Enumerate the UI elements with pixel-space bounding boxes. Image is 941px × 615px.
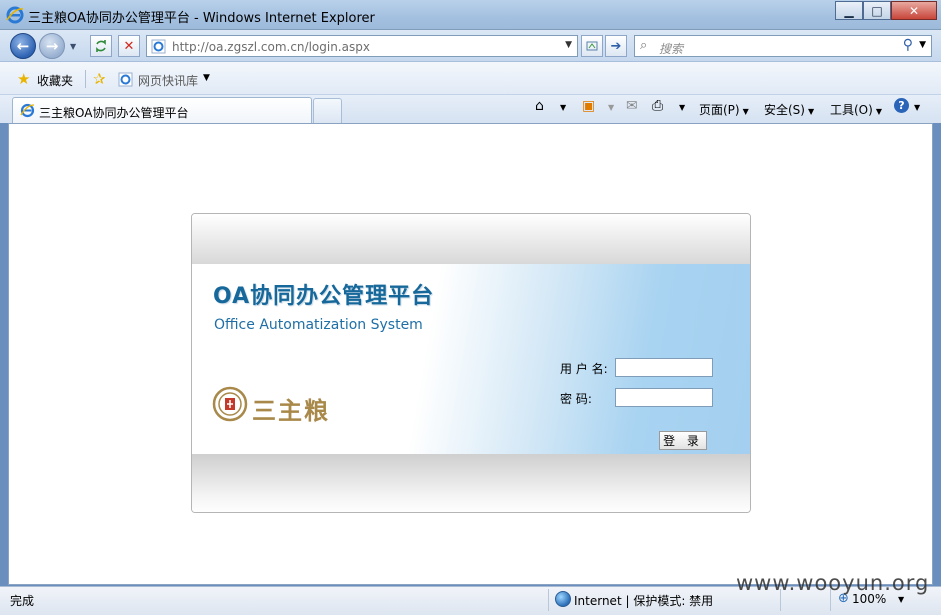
safety-menu[interactable]: 安全(S) ▼ [764, 101, 814, 118]
search-placeholder: 搜索 [659, 42, 684, 56]
zoom-dropdown-icon[interactable]: ▼ [898, 595, 904, 604]
go-arrow-icon[interactable]: ➔ [605, 35, 627, 57]
compatibility-icon[interactable] [581, 35, 603, 57]
search-go-icon[interactable]: ⚲ [903, 37, 913, 53]
help-icon[interactable]: ? [894, 98, 909, 113]
username-input[interactable] [615, 358, 713, 377]
security-zone[interactable]: Internet | 保护模式: 禁用 [574, 592, 713, 609]
favorites-bar: ★ 收藏夹 ✰ 网页快讯库 ▼ [0, 62, 941, 95]
username-label: 用 户 名: [560, 362, 608, 376]
new-tab-button[interactable] [313, 98, 342, 123]
home-dropdown-icon[interactable]: ▼ [560, 103, 566, 112]
home-icon[interactable]: ⌂ [535, 98, 544, 114]
web-slice-dropdown-icon[interactable]: ▼ [203, 73, 210, 83]
search-box[interactable]: ⌕ 搜索 ⚲ ▼ [634, 35, 932, 57]
search-dropdown-icon[interactable]: ▼ [919, 40, 926, 50]
ie-page-icon [20, 103, 35, 118]
page-viewport: OA协同办公管理平台 Office Automatization System … [8, 123, 933, 585]
tab-active[interactable]: 三主粮OA协同办公管理平台 [12, 97, 312, 123]
system-title: OA协同办公管理平台 [213, 284, 435, 309]
close-button[interactable]: ✕ [891, 1, 937, 20]
password-label: 密 码: [560, 392, 592, 406]
page-menu[interactable]: 页面(P) ▼ [699, 101, 749, 118]
stop-icon[interactable]: ✕ [118, 35, 140, 57]
tab-label: 三主粮OA协同办公管理平台 [39, 106, 189, 120]
window-title: 三主粮OA协同办公管理平台 - Windows Internet Explore… [28, 11, 375, 26]
minimize-button[interactable]: ▁ [835, 1, 863, 20]
internet-zone-icon [555, 591, 571, 607]
login-button[interactable]: 登 录 [659, 431, 707, 450]
maximize-button[interactable]: □ [863, 1, 891, 20]
web-slice-gallery-link[interactable]: 网页快讯库 [138, 72, 198, 89]
mail-icon[interactable]: ✉ [626, 98, 638, 114]
title-bar: 三主粮OA协同办公管理平台 - Windows Internet Explore… [0, 0, 941, 30]
forward-button[interactable]: → [39, 33, 65, 59]
history-dropdown-icon[interactable]: ▼ [70, 42, 76, 51]
system-subtitle: Office Automatization System [214, 317, 423, 333]
print-dropdown-icon[interactable]: ▼ [679, 103, 685, 112]
separator [548, 589, 549, 611]
tab-bar: 三主粮OA协同办公管理平台 ⌂ ▼ ▣ ▼ ✉ ⎙ ▼ 页面(P) ▼ 安全(S)… [0, 95, 941, 123]
page-icon [151, 39, 166, 54]
tools-menu[interactable]: 工具(O) ▼ [830, 101, 882, 118]
feeds-dropdown-icon[interactable]: ▼ [608, 103, 614, 112]
ie-logo-icon [6, 6, 24, 24]
refresh-icon[interactable] [90, 35, 112, 57]
watermark: www.wooyun.org [736, 571, 930, 595]
search-icon: ⌕ [640, 38, 648, 53]
status-text: 完成 [10, 594, 35, 608]
login-panel-footer [192, 454, 750, 512]
company-logo: 三主粮 [212, 386, 352, 426]
login-panel-header [192, 214, 750, 264]
web-slice-icon [118, 72, 133, 87]
logo-text: 三主粮 [252, 396, 330, 425]
address-bar[interactable]: http://oa.zgszl.com.cn/login.aspx ▼ [146, 35, 578, 57]
back-button[interactable]: ← [10, 33, 36, 59]
favorites-star-icon[interactable]: ★ [17, 70, 30, 88]
navigation-bar: ← → ▼ ✕ http://oa.zgszl.com.cn/login.asp… [0, 30, 941, 62]
separator [85, 70, 86, 88]
help-dropdown-icon[interactable]: ▼ [914, 103, 920, 112]
feeds-icon[interactable]: ▣ [582, 98, 595, 114]
address-url: http://oa.zgszl.com.cn/login.aspx [172, 40, 370, 54]
add-favorite-icon[interactable]: ✰ [93, 70, 106, 88]
login-panel-body: OA协同办公管理平台 Office Automatization System … [192, 264, 750, 454]
print-icon[interactable]: ⎙ [652, 98, 663, 114]
password-input[interactable] [615, 388, 713, 407]
logo-emblem-icon [212, 386, 248, 422]
address-dropdown-icon[interactable]: ▼ [565, 40, 572, 50]
favorites-button[interactable]: 收藏夹 [37, 72, 73, 89]
login-panel: OA协同办公管理平台 Office Automatization System … [191, 213, 751, 513]
